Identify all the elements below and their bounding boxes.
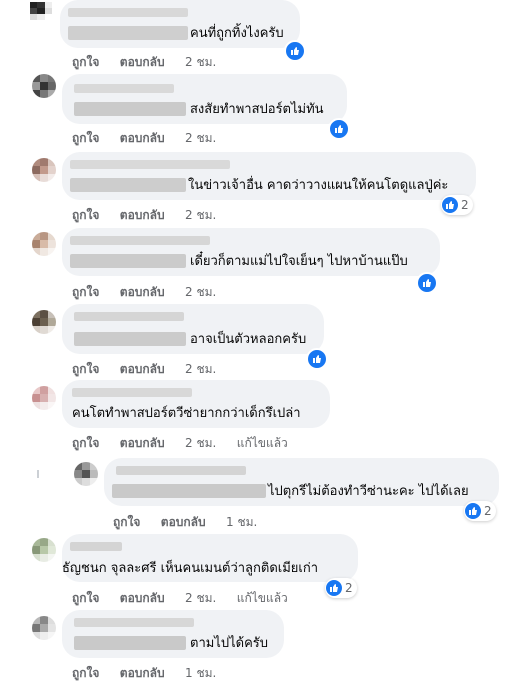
blurred-author-name	[68, 8, 188, 17]
reply-link[interactable]: ตอบกลับ	[120, 129, 165, 148]
like-link[interactable]: ถูกใจ	[72, 53, 99, 72]
edited-label[interactable]: แก้ไขแล้ว	[237, 434, 288, 453]
like-thumb-icon	[465, 503, 481, 519]
like-thumb-icon[interactable]	[328, 118, 350, 140]
reaction-count-pill[interactable]: 2	[441, 195, 473, 215]
avatar[interactable]	[32, 158, 56, 182]
reaction-count-pill[interactable]: 2	[464, 501, 496, 521]
like-link[interactable]: ถูกใจ	[113, 513, 140, 532]
blurred-text	[74, 636, 186, 650]
like-link[interactable]: ถูกใจ	[72, 129, 99, 148]
comment-actions: ถูกใจ ตอบกลับ 2 ชม.	[72, 129, 216, 148]
blurred-text	[74, 102, 186, 116]
reply-link[interactable]: ตอบกลับ	[120, 283, 165, 302]
like-thumb-icon[interactable]	[284, 40, 306, 62]
comment-text: คนโตทำพาสปอร์ตวีซ่ายากกว่าเด็กรึเปล่า	[72, 406, 301, 421]
timestamp[interactable]: 1 ชม.	[226, 513, 257, 532]
blurred-text	[68, 26, 188, 40]
avatar[interactable]	[32, 232, 56, 256]
avatar[interactable]	[30, 2, 52, 20]
blurred-author-name	[70, 236, 210, 245]
reaction-count: 2	[345, 581, 353, 595]
comment-text: ไปตุกรีไม่ต้องทำวีซ่านะคะ ไปได้เลย	[268, 484, 469, 499]
blurred-author-name	[74, 84, 174, 93]
comment-actions: ถูกใจ ตอบกลับ 2 ชม. แก้ไขแล้ว	[72, 434, 288, 453]
comment-actions: ถูกใจ ตอบกลับ 2 ชม.	[72, 283, 216, 302]
comment-text: อาจเป็นตัวหลอกครับ	[190, 332, 307, 347]
blurred-author-name	[72, 388, 192, 397]
comment-bubble: สงสัยทำพาสปอร์ตไม่ทัน	[62, 74, 347, 124]
avatar[interactable]	[74, 462, 98, 486]
like-link[interactable]: ถูกใจ	[72, 434, 99, 453]
like-thumb-icon[interactable]	[306, 348, 328, 370]
like-link[interactable]: ถูกใจ	[72, 283, 99, 302]
blurred-author-name	[70, 160, 230, 169]
comment-bubble: ในข่าวเจ้าอื่น คาดว่าวางแผนให้คนโตดูแลปู…	[62, 152, 476, 200]
timestamp[interactable]: 2 ชม.	[185, 589, 216, 608]
blurred-author-name	[74, 312, 184, 321]
like-link[interactable]: ถูกใจ	[72, 664, 99, 683]
reply-link[interactable]: ตอบกลับ	[120, 664, 165, 683]
avatar[interactable]	[32, 386, 56, 410]
blurred-text	[70, 254, 186, 268]
comment-text: คนที่ถูกทิ้งไงครับ	[190, 26, 284, 41]
timestamp[interactable]: 2 ชม.	[185, 206, 216, 225]
edited-label[interactable]: แก้ไขแล้ว	[237, 589, 288, 608]
comment-text: ธัญชนก จุลละศรี เห็นคนเมนต์ว่าลูกติดเมีย…	[62, 561, 319, 576]
like-thumb-icon[interactable]	[416, 272, 438, 294]
timestamp[interactable]: 2 ชม.	[185, 434, 216, 453]
like-link[interactable]: ถูกใจ	[72, 360, 99, 379]
comment-text: ในข่าวเจ้าอื่น คาดว่าวางแผนให้คนโตดูแลปู…	[188, 178, 449, 193]
avatar[interactable]	[32, 538, 56, 562]
comment-bubble: คนโตทำพาสปอร์ตวีซ่ายากกว่าเด็กรึเปล่า	[62, 380, 330, 428]
reply-link[interactable]: ตอบกลับ	[120, 589, 165, 608]
timestamp[interactable]: 1 ชม.	[185, 664, 216, 683]
comment-actions: ถูกใจ ตอบกลับ 2 ชม.	[72, 206, 216, 225]
blurred-author-name	[116, 466, 246, 475]
comment-bubble: อาจเป็นตัวหลอกครับ	[62, 304, 324, 354]
reaction-count: 2	[461, 198, 469, 212]
timestamp[interactable]: 2 ชม.	[185, 283, 216, 302]
reply-link[interactable]: ตอบกลับ	[120, 206, 165, 225]
like-link[interactable]: ถูกใจ	[72, 589, 99, 608]
comment-bubble: เดี๋ยวก็ตามแม่ไปใจเย็นๆ ไปหาบ้านแป๊บ	[62, 228, 440, 276]
reply-link[interactable]: ตอบกลับ	[161, 513, 206, 532]
reaction-count-pill[interactable]: 2	[325, 578, 357, 598]
comment-text: สงสัยทำพาสปอร์ตไม่ทัน	[190, 102, 324, 117]
comment-actions: ถูกใจ ตอบกลับ 2 ชม. แก้ไขแล้ว	[72, 589, 288, 608]
comment-text: เดี๋ยวก็ตามแม่ไปใจเย็นๆ ไปหาบ้านแป๊บ	[190, 254, 408, 269]
comment-actions: ถูกใจ ตอบกลับ 1 ชม.	[72, 664, 216, 683]
comment-bubble: ไปตุกรีไม่ต้องทำวีซ่านะคะ ไปได้เลย	[104, 458, 499, 506]
reply-link[interactable]: ตอบกลับ	[120, 434, 165, 453]
thread-line	[37, 470, 39, 478]
comment-bubble: ตามไปได้ครับ	[62, 610, 284, 658]
reply-link[interactable]: ตอบกลับ	[120, 53, 165, 72]
like-link[interactable]: ถูกใจ	[72, 206, 99, 225]
timestamp[interactable]: 2 ชม.	[185, 53, 216, 72]
blurred-text	[74, 332, 186, 346]
comment-bubble: ธัญชนก จุลละศรี เห็นคนเมนต์ว่าลูกติดเมีย…	[62, 534, 358, 582]
comment-actions: ถูกใจ ตอบกลับ 2 ชม.	[72, 360, 216, 379]
reply-link[interactable]: ตอบกลับ	[120, 360, 165, 379]
reaction-count: 2	[484, 504, 492, 518]
avatar[interactable]	[32, 616, 56, 640]
blurred-author-name	[74, 618, 194, 627]
timestamp[interactable]: 2 ชม.	[185, 360, 216, 379]
comment-bubble: คนที่ถูกทิ้งไงครับ	[60, 0, 300, 48]
comment-actions: ถูกใจ ตอบกลับ 2 ชม.	[72, 53, 216, 72]
comment-text: ตามไปได้ครับ	[190, 636, 269, 651]
like-thumb-icon	[442, 197, 458, 213]
blurred-author-name	[70, 542, 122, 551]
timestamp[interactable]: 2 ชม.	[185, 129, 216, 148]
comment-actions: ถูกใจ ตอบกลับ 1 ชม.	[113, 513, 257, 532]
avatar[interactable]	[32, 310, 56, 334]
blurred-text	[70, 178, 186, 192]
like-thumb-icon	[326, 580, 342, 596]
avatar[interactable]	[32, 74, 56, 98]
blurred-text	[112, 484, 266, 498]
